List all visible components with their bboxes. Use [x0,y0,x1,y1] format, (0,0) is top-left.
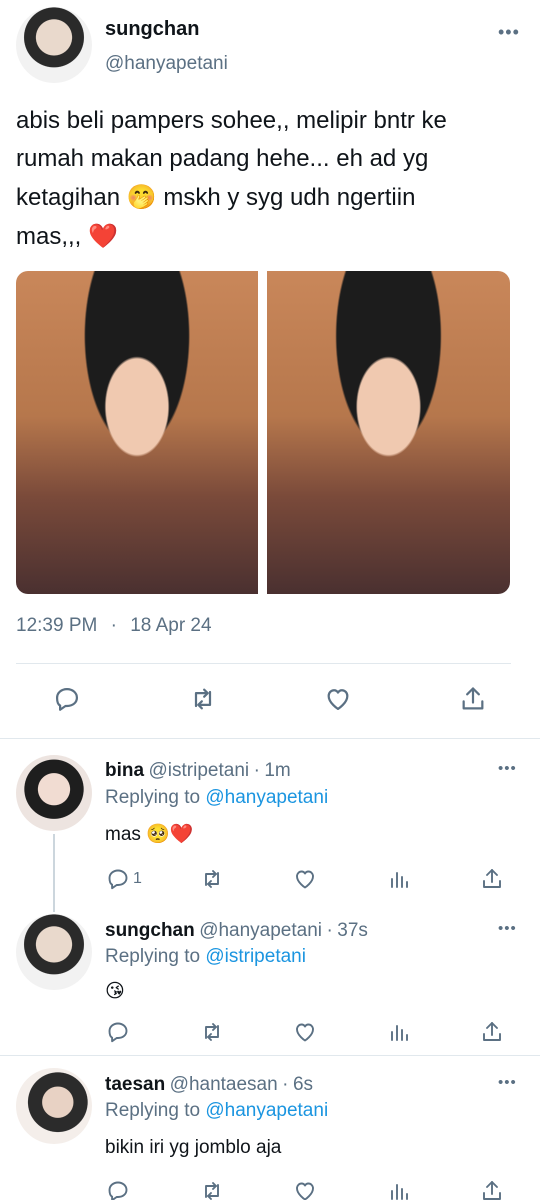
tweet-photo-1[interactable] [16,271,258,594]
tweet-timestamp[interactable]: 12:39 PM · 18 Apr 24 [16,615,212,637]
author-handle[interactable]: @hanyapetani [105,53,228,75]
tweet-text-segment: mskh y syg udh ngertiin [163,184,416,211]
reply-age[interactable]: 1m [264,760,290,781]
divider [16,663,511,664]
reply-author-name[interactable]: sungchan [105,920,195,941]
reply-text: bikin iri yg jomblo aja [105,1137,282,1158]
reply-avatar[interactable] [16,1068,92,1144]
more-icon[interactable]: ••• [498,760,517,777]
reply-text-content: mas [105,824,141,845]
heart-icon[interactable] [323,684,353,714]
retweet-icon[interactable] [188,684,218,714]
tweet-text-line: rumah makan padang hehe... eh ad yg [16,145,429,172]
reply-avatar[interactable] [16,914,92,990]
heart-icon[interactable] [290,1017,320,1047]
share-icon[interactable] [477,864,507,894]
more-icon[interactable]: ••• [498,1074,517,1091]
reply-icon[interactable] [103,1017,133,1047]
reply-count: 1 [133,870,142,887]
tweet-text-segment: mas,,, [16,223,82,250]
reply-author-handle[interactable]: @istripetani [149,760,250,781]
share-icon[interactable] [458,684,488,714]
author-name[interactable]: sungchan [105,18,199,41]
reply-header: bina @istripetani · 1m [105,760,291,782]
reply-icon[interactable] [103,1176,133,1200]
reply-header: sungchan @hanyapetani · 37s [105,920,368,942]
kissing-face-emoji: 😘 [105,980,125,1002]
more-icon[interactable]: ••• [498,22,520,43]
replying-to-label: Replying to [105,1100,201,1121]
tweet-photo-2[interactable] [267,271,510,594]
tweet-time: 12:39 PM [16,615,98,636]
share-icon[interactable] [477,1017,507,1047]
replying-to: Replying to @hanyapetani [105,1100,328,1122]
analytics-icon[interactable] [384,1176,414,1200]
replying-to-link[interactable]: @hanyapetani [205,787,328,808]
retweet-icon[interactable] [197,1017,227,1047]
divider [0,738,540,739]
reply-icon[interactable] [103,864,133,894]
tweet-text-segment: ketagihan [16,184,121,211]
reply-header: taesan @hantaesan · 6s [105,1074,313,1096]
divider [0,1055,540,1056]
analytics-icon[interactable] [384,1017,414,1047]
author-avatar[interactable] [16,7,92,83]
shushing-face-emoji: 🤭 [126,183,157,211]
heart-icon[interactable] [290,864,320,894]
tweet-text-line: abis beli pampers sohee,, melipir bntr k… [16,107,447,134]
heart-emoji: ❤️ [88,222,118,250]
replying-to: Replying to @hanyapetani [105,787,328,809]
replying-to-label: Replying to [105,787,201,808]
replying-to-label: Replying to [105,946,201,967]
reply-author-name[interactable]: bina [105,760,144,781]
replying-to-link[interactable]: @hanyapetani [205,1100,328,1121]
tweet-date: 18 Apr 24 [130,615,212,636]
reply-author-handle[interactable]: @hanyapetani [199,920,322,941]
replying-to-link[interactable]: @istripetani [205,946,306,967]
reply-age[interactable]: 6s [293,1074,313,1095]
tweet-text-line: ketagihan 🤭 mskh y syg udh ngertiin [16,178,526,217]
pleading-heart-emoji: 🥺❤️ [146,823,194,845]
tweet-text-line: mas,,, ❤️ [16,217,526,256]
reply-author-name[interactable]: taesan [105,1074,165,1095]
tweet-text: abis beli pampers sohee,, melipir bntr k… [16,102,526,256]
heart-icon[interactable] [290,1176,320,1200]
separator-dot: · [282,1074,289,1095]
separator-dot: · [110,615,117,636]
replying-to: Replying to @istripetani [105,946,306,968]
reply-text: mas 🥺❤️ [105,822,194,846]
retweet-icon[interactable] [197,864,227,894]
thread-line [53,834,55,912]
share-icon[interactable] [477,1176,507,1200]
analytics-icon[interactable] [384,864,414,894]
separator-dot: · [253,760,260,781]
reply-icon[interactable] [52,684,82,714]
reply-age[interactable]: 37s [337,920,368,941]
reply-author-handle[interactable]: @hantaesan [170,1074,278,1095]
separator-dot: · [326,920,333,941]
more-icon[interactable]: ••• [498,920,517,937]
reply-avatar[interactable] [16,755,92,831]
retweet-icon[interactable] [197,1176,227,1200]
